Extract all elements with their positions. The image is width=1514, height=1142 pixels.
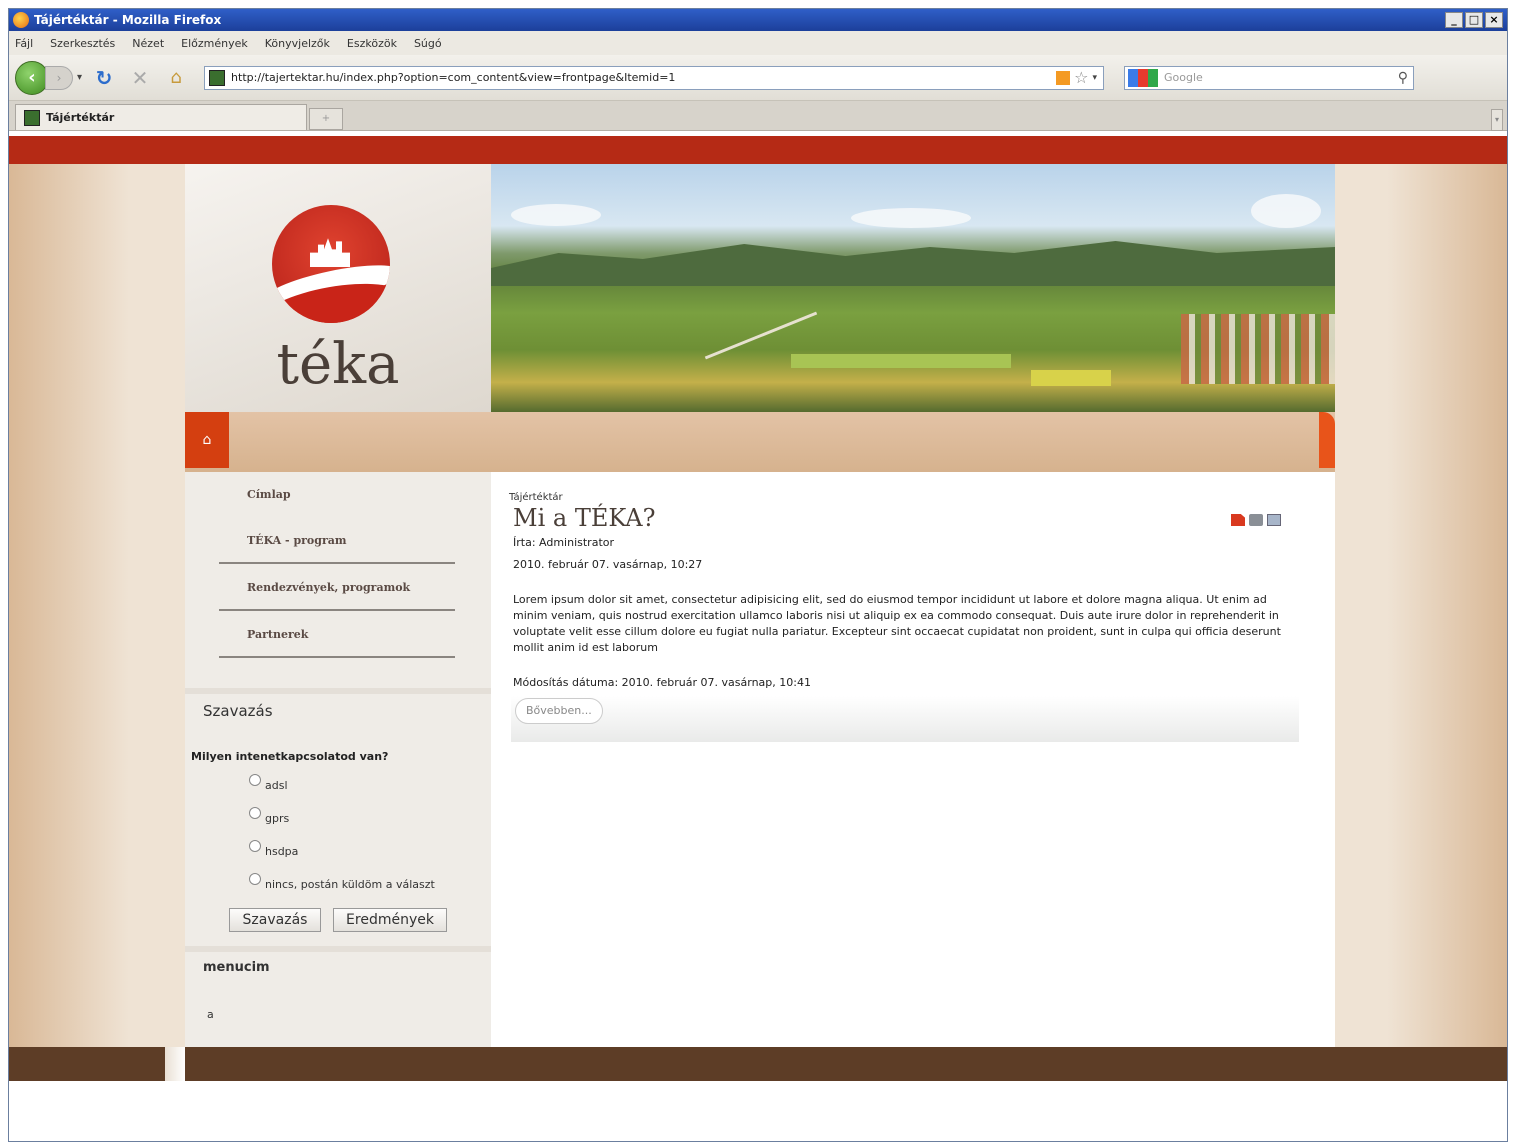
navigation-toolbar: ‹ › ▾ ↻ ✕ ⌂ http://tajertektar.hu/index.… [9, 55, 1507, 101]
cloud [851, 208, 971, 228]
tab-list-icon[interactable]: ▾ [1491, 109, 1503, 131]
close-button[interactable]: × [1485, 12, 1503, 28]
read-more-button[interactable]: Bővebben... [515, 698, 603, 724]
logo-text: téka [276, 332, 400, 397]
field [791, 354, 1011, 368]
menu-history[interactable]: Előzmények [181, 37, 248, 50]
window-title: Tájértéktár - Mozilla Firefox [34, 13, 222, 27]
search-box[interactable]: Google ⚲ [1124, 65, 1415, 90]
radio-button[interactable] [249, 873, 261, 885]
nav-strip-cap [1319, 412, 1335, 468]
vote-button[interactable]: Szavazás [229, 908, 321, 932]
article-actions [1231, 514, 1281, 526]
tab-tajertektar[interactable]: Tájértéktár [15, 104, 307, 130]
site-container: téka ⌂ Címlap TÉKA - program Rendezvénye… [185, 164, 1335, 1081]
results-button[interactable]: Eredmények [333, 908, 447, 932]
radio-button[interactable] [249, 774, 261, 786]
menu-view[interactable]: Nézet [132, 37, 164, 50]
url-dropdown-icon[interactable]: ▾ [1093, 73, 1098, 83]
cloud [511, 204, 601, 226]
back-button[interactable]: ‹ [15, 60, 49, 95]
minimize-button[interactable]: _ [1445, 12, 1463, 28]
menu-edit[interactable]: Szerkesztés [50, 37, 115, 50]
maximize-button[interactable]: □ [1465, 12, 1483, 28]
breadcrumb[interactable]: Tájértéktár [509, 492, 563, 503]
reload-icon[interactable]: ↻ [90, 64, 118, 92]
read-more-bar: Bővebben... [511, 696, 1299, 742]
poll-option[interactable]: adsl [249, 774, 288, 792]
poll-option[interactable]: gprs [249, 807, 289, 825]
poll-title: Szavazás [185, 688, 491, 720]
bookmark-star-icon[interactable]: ☆ [1074, 68, 1088, 87]
search-icon[interactable]: ⚲ [1398, 70, 1408, 86]
window-controls: _ □ × [1445, 12, 1503, 28]
tab-favicon-icon [24, 109, 40, 126]
article-created-date: 2010. február 07. vasárnap, 10:27 [513, 558, 703, 571]
menu-item-teka-program[interactable]: TÉKA - program [219, 518, 455, 564]
poll-question: Milyen intenetkapcsolatod van? [191, 750, 389, 763]
main-content: Tájértéktár Mi a TÉKA? Írta: Administrat… [491, 472, 1335, 1081]
address-bar[interactable]: http://tajertektar.hu/index.php?option=c… [204, 65, 1105, 90]
search-input[interactable]: Google [1164, 71, 1398, 84]
menu-bar: Fájl Szerkesztés Nézet Előzmények Könyvj… [9, 31, 1507, 55]
radio-button[interactable] [249, 840, 261, 852]
article-body: Lorem ipsum dolor sit amet, consectetur … [513, 593, 1281, 654]
footer-gap [165, 1047, 185, 1081]
footer-bar [9, 1047, 1507, 1081]
email-icon[interactable] [1267, 514, 1281, 526]
menu-tools[interactable]: Eszközök [347, 37, 397, 50]
landscape-banner-image [491, 164, 1335, 412]
menucim-item[interactable]: a [207, 1008, 214, 1021]
browser-window: Tájértéktár - Mozilla Firefox _ □ × Fájl… [8, 8, 1508, 1142]
article-modified-date: Módosítás dátuma: 2010. február 07. vasá… [513, 676, 811, 689]
castle-icon [310, 238, 350, 267]
sidebar: Címlap TÉKA - program Rendezvények, prog… [185, 472, 491, 1081]
field [1031, 370, 1111, 386]
tab-bar: Tájértéktár + [9, 101, 1507, 131]
history-dropdown-icon[interactable]: ▾ [77, 72, 82, 83]
forward-button[interactable]: › [45, 65, 73, 90]
pdf-icon[interactable] [1231, 514, 1245, 526]
menu-item-rendezvenyek[interactable]: Rendezvények, programok [219, 565, 455, 611]
menucim-title: menucim [185, 946, 491, 976]
google-engine-icon[interactable] [1128, 68, 1159, 87]
teka-logo-icon [272, 205, 390, 323]
url-text[interactable]: http://tajertektar.hu/index.php?option=c… [231, 71, 1056, 84]
stop-icon[interactable]: ✕ [126, 64, 154, 92]
cloud [1251, 194, 1321, 228]
road [704, 311, 818, 360]
article-author: Írta: Administrator [513, 536, 615, 549]
forward-arrow-icon: › [56, 70, 62, 85]
home-icon[interactable]: ⌂ [162, 64, 190, 92]
article-title[interactable]: Mi a TÉKA? [513, 504, 656, 532]
firefox-icon [13, 12, 29, 28]
rss-feed-icon[interactable] [1056, 70, 1071, 85]
print-icon[interactable] [1249, 514, 1263, 526]
poll-option-label: hsdpa [265, 845, 299, 858]
menu-help[interactable]: Súgó [414, 37, 442, 50]
menu-item-cimlap[interactable]: Címlap [219, 472, 455, 518]
hills [491, 241, 1335, 286]
village [1181, 314, 1335, 384]
back-arrow-icon: ‹ [28, 67, 36, 88]
poll-option[interactable]: hsdpa [249, 840, 298, 858]
poll-option-label: adsl [265, 779, 288, 792]
top-navigation-strip: ⌂ [185, 412, 1335, 472]
poll-option-label: gprs [265, 812, 290, 825]
poll-option-label: nincs, postán küldöm a választ [265, 878, 435, 891]
menu-item-partnerek[interactable]: Partnerek [219, 612, 455, 658]
site-favicon-icon [209, 69, 226, 86]
poll-option[interactable]: nincs, postán küldöm a választ [249, 873, 435, 891]
top-strip [9, 136, 1507, 174]
tab-label: Tájértéktár [46, 111, 115, 124]
title-bar: Tájértéktár - Mozilla Firefox _ □ × [9, 9, 1507, 31]
radio-button[interactable] [249, 807, 261, 819]
new-tab-button[interactable]: + [309, 108, 343, 130]
logo-area[interactable]: téka [185, 164, 491, 412]
page-viewport: téka ⌂ Címlap TÉKA - program Rendezvénye… [9, 136, 1507, 1081]
house-icon: ⌂ [202, 432, 212, 448]
home-nav-button[interactable]: ⌂ [185, 412, 229, 468]
menu-file[interactable]: Fájl [15, 37, 33, 50]
menu-bookmarks[interactable]: Könyvjelzők [265, 37, 330, 50]
